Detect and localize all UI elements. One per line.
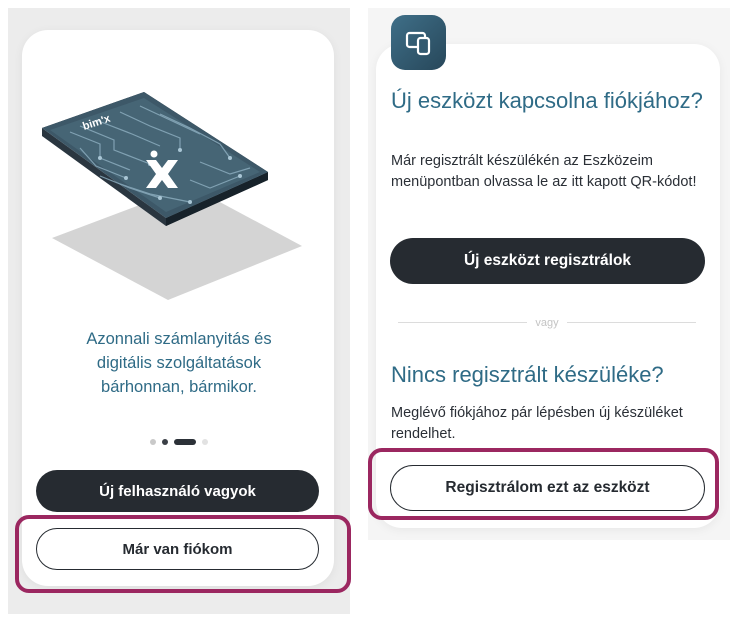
promo-text: Azonnali számlanyitás és digitális szolg… xyxy=(86,330,272,396)
register-new-device-button[interactable]: Új eszközt regisztrálok xyxy=(390,238,705,284)
highlight-frame xyxy=(368,448,719,520)
or-divider: vagy xyxy=(398,317,696,329)
devices-icon xyxy=(405,31,430,55)
new-device-heading: Új eszközt kapcsolna fiókjához? xyxy=(391,88,703,113)
highlight-frame xyxy=(15,515,351,593)
no-device-heading: Nincs regisztrált készüléke? xyxy=(391,362,664,387)
phone-illustration: bim'x xyxy=(42,92,302,300)
new-user-button[interactable]: Új felhasználó vagyok xyxy=(36,470,319,512)
pager-dot-active[interactable] xyxy=(173,439,196,445)
pager-dot[interactable] xyxy=(161,439,168,445)
carousel-pager xyxy=(0,438,357,446)
no-device-instructions: Meglévő fiókjához pár lépésben új készül… xyxy=(391,405,683,442)
new-device-instructions: Már regisztrált készülékén az Eszközeim … xyxy=(391,153,697,190)
devices-icon-badge xyxy=(391,15,446,70)
pager-dot[interactable] xyxy=(149,439,156,445)
pager-dot[interactable] xyxy=(201,439,208,445)
or-divider-label: vagy xyxy=(535,316,559,329)
